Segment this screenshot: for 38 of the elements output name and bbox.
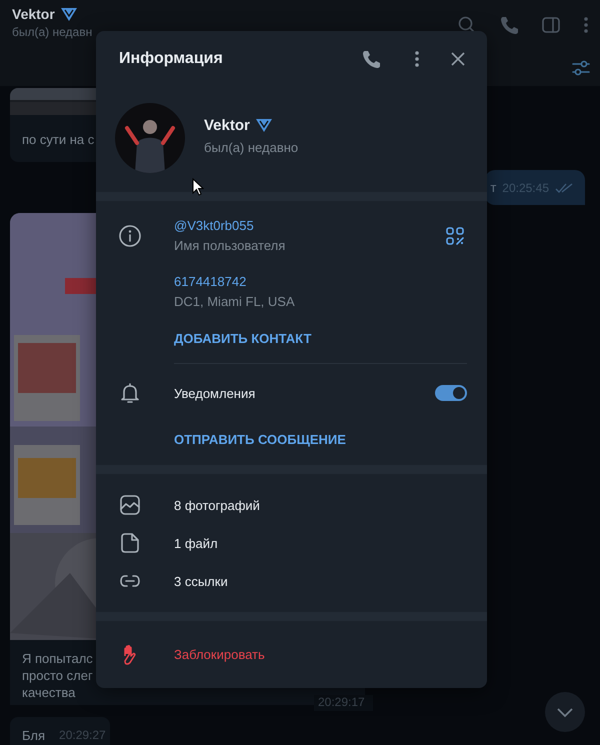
- more-icon[interactable]: [414, 49, 420, 69]
- message-text: по сути на с: [22, 132, 94, 147]
- bell-icon: [118, 381, 142, 405]
- media-row[interactable]: 3 ссылки: [118, 562, 467, 600]
- notifications-label: Уведомления: [174, 386, 256, 400]
- media-row[interactable]: 1 файл: [118, 524, 467, 562]
- contact-name: Vektor: [12, 6, 55, 22]
- info-icon: [118, 224, 142, 248]
- media-label: 8 фотографий: [174, 498, 260, 512]
- file-icon: [118, 531, 142, 555]
- message-text: т: [490, 180, 496, 195]
- more-icon[interactable]: [583, 15, 589, 35]
- media-row[interactable]: 8 фотографий: [118, 486, 467, 524]
- detail-label: DC1, Miami FL, USA: [174, 294, 296, 309]
- qr-code-icon[interactable]: [445, 226, 465, 246]
- block-button[interactable]: Заблокировать: [174, 647, 265, 662]
- phone-icon[interactable]: [499, 15, 519, 35]
- media-label: 3 ссылки: [174, 574, 228, 588]
- scroll-down-button[interactable]: [545, 692, 585, 732]
- detail-label: Имя пользователя: [174, 238, 286, 253]
- message-text: Я попыталс просто слег качества: [22, 650, 93, 701]
- send-message-button[interactable]: ОТПРАВИТЬ СООБЩЕНИЕ: [174, 432, 346, 446]
- close-icon[interactable]: [450, 51, 466, 67]
- sidebar-toggle-icon[interactable]: [541, 15, 561, 35]
- contact-status: был(а) недавн: [12, 25, 92, 39]
- profile-status: был(а) недавно: [204, 140, 298, 154]
- image-icon: [118, 493, 142, 517]
- message-text: Бля: [22, 728, 46, 742]
- media-label: 1 файл: [174, 536, 218, 550]
- profile-name: Vektor: [204, 116, 250, 134]
- username-link[interactable]: @V3kt0rb055: [174, 218, 445, 233]
- notifications-toggle[interactable]: [435, 385, 467, 401]
- add-contact-button[interactable]: ДОБАВИТЬ КОНТАКТ: [174, 330, 312, 346]
- panel-title: Информация: [119, 50, 224, 68]
- phone-icon[interactable]: [361, 49, 381, 69]
- filter-icon[interactable]: [571, 58, 591, 78]
- mouse-cursor-icon: [192, 178, 204, 196]
- phone-number[interactable]: 6174418742: [174, 274, 467, 289]
